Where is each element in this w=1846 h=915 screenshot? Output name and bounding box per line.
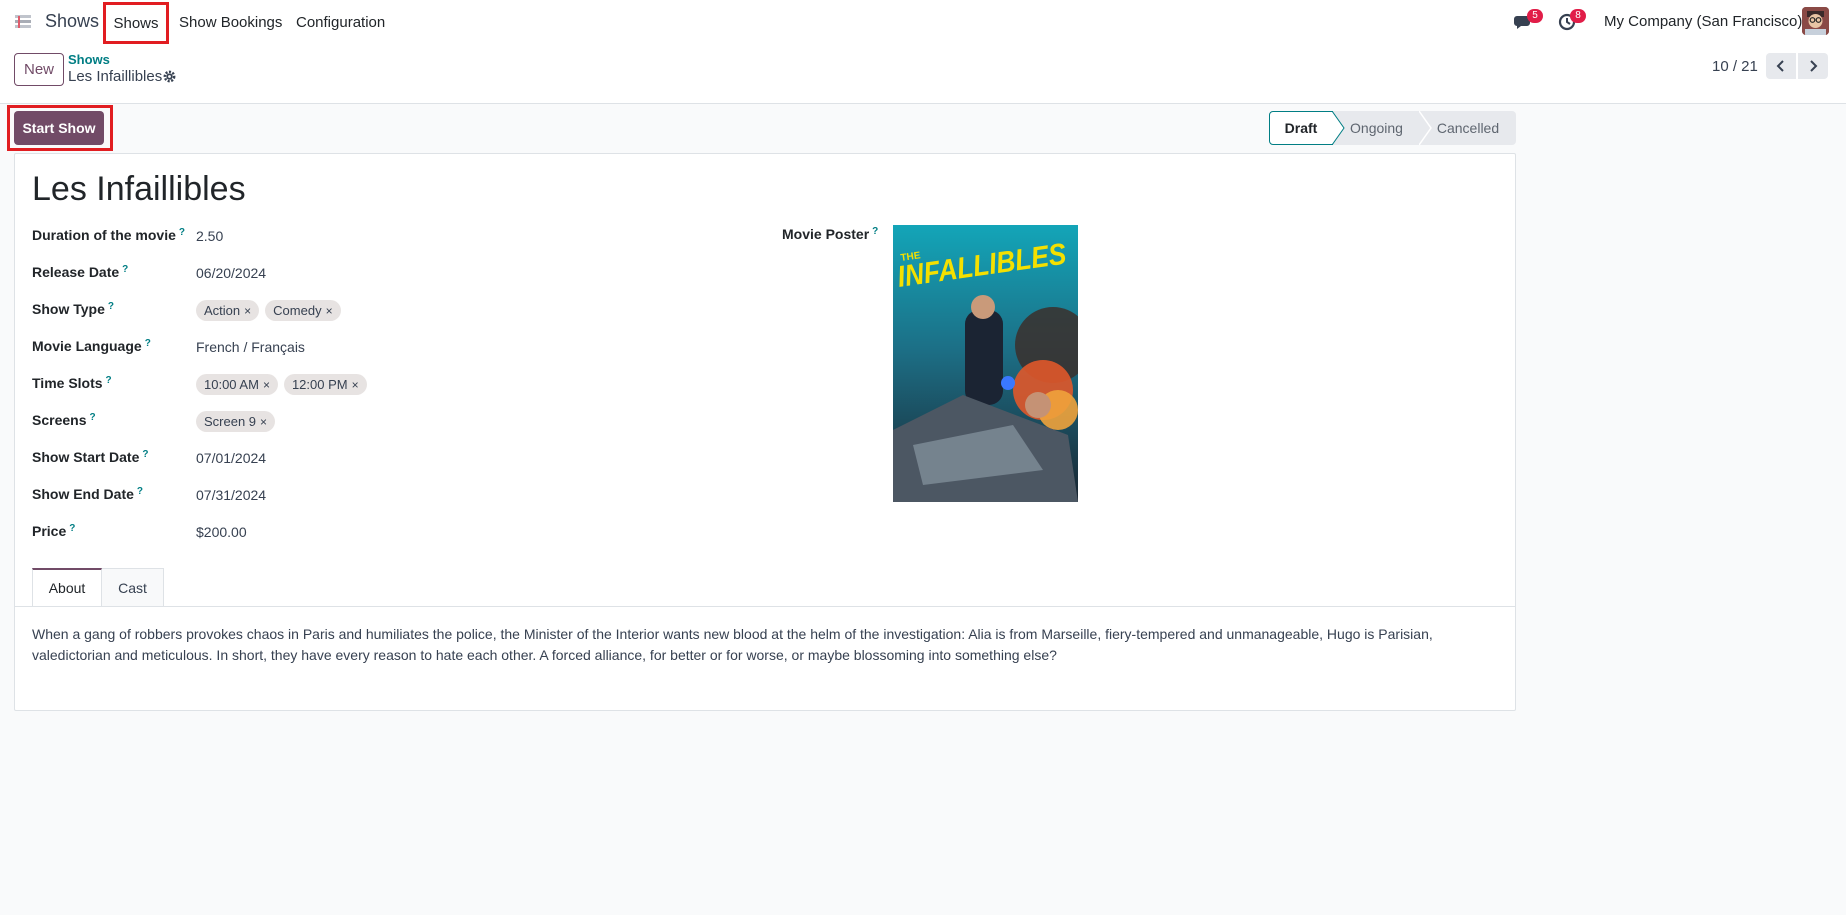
status-bar: Draft Ongoing Cancelled xyxy=(1269,111,1516,145)
top-navbar: Shows Shows Show Bookings Configuration … xyxy=(0,0,1846,44)
menu-show-bookings[interactable]: Show Bookings xyxy=(179,0,282,44)
pager-next-button[interactable] xyxy=(1798,53,1828,79)
pager-previous-button[interactable] xyxy=(1766,53,1796,79)
breadcrumb-shows[interactable]: Shows xyxy=(68,52,110,67)
time-slots-tags[interactable]: 10:00 AM × 12:00 PM × xyxy=(196,374,367,395)
show-type-label: Show Type? xyxy=(32,301,114,317)
start-date-label: Show Start Date? xyxy=(32,449,149,465)
avatar-illustration-icon xyxy=(1802,7,1829,35)
movie-poster[interactable]: THE INFALLIBLES xyxy=(893,225,1078,502)
tag-remove-icon[interactable]: × xyxy=(352,378,359,392)
start-date-field[interactable]: 07/01/2024 xyxy=(196,450,266,466)
tag-screen-9: Screen 9 × xyxy=(196,411,276,432)
duration-field[interactable]: 2.50 xyxy=(196,228,223,244)
tag-10am: 10:00 AM × xyxy=(196,374,278,395)
chevron-right-icon xyxy=(1810,60,1818,72)
tag-remove-icon[interactable]: × xyxy=(263,378,270,392)
pager-value[interactable]: 10 / 21 xyxy=(1712,58,1758,75)
language-label: Movie Language? xyxy=(32,338,151,354)
tag-comedy: Comedy × xyxy=(265,300,341,321)
company-switcher[interactable]: My Company (San Francisco) xyxy=(1604,13,1802,30)
gear-icon[interactable] xyxy=(162,69,177,84)
tag-remove-icon[interactable]: × xyxy=(326,304,333,318)
messages-badge: 5 xyxy=(1527,9,1543,23)
release-date-field[interactable]: 06/20/2024 xyxy=(196,265,266,281)
tab-divider xyxy=(15,606,1515,607)
tab-cast[interactable]: Cast xyxy=(102,568,164,606)
duration-label: Duration of the movie? xyxy=(32,227,186,243)
stage-separator-icon xyxy=(1332,111,1345,145)
end-date-field[interactable]: 07/31/2024 xyxy=(196,487,266,503)
menu-configuration[interactable]: Configuration xyxy=(296,0,385,44)
show-title[interactable]: Les Infaillibles xyxy=(32,170,246,209)
price-label: Price? xyxy=(32,523,76,539)
end-date-label: Show End Date? xyxy=(32,486,144,502)
tag-12pm: 12:00 PM × xyxy=(283,374,367,395)
price-field[interactable]: $200.00 xyxy=(196,524,247,540)
menu-shows[interactable]: Shows xyxy=(103,2,169,44)
app-name[interactable]: Shows xyxy=(45,11,99,32)
activities-badge: 8 xyxy=(1570,9,1586,23)
chevron-left-icon xyxy=(1776,60,1784,72)
time-slots-label: Time Slots? xyxy=(32,375,112,391)
breadcrumb-current: Les Infaillibles xyxy=(68,68,163,85)
app-menu-icon[interactable] xyxy=(14,13,32,31)
form-sheet: Les Infaillibles Duration of the movie? … xyxy=(14,153,1516,711)
stage-separator-icon xyxy=(1419,111,1432,145)
poster-label: Movie Poster? xyxy=(782,226,879,242)
stage-ongoing[interactable]: Ongoing xyxy=(1333,111,1420,145)
about-description[interactable]: When a gang of robbers provokes chaos in… xyxy=(32,624,1472,666)
notebook-tabs: About Cast xyxy=(32,568,164,606)
new-button[interactable]: New xyxy=(14,53,64,86)
show-type-tags[interactable]: Action × Comedy × xyxy=(196,300,341,321)
tag-remove-icon[interactable]: × xyxy=(244,304,251,318)
control-panel: New Shows Les Infaillibles 10 / 21 xyxy=(0,44,1846,104)
tab-about[interactable]: About xyxy=(32,568,102,606)
start-show-button[interactable]: Start Show xyxy=(14,111,104,145)
release-date-label: Release Date? xyxy=(32,264,129,280)
language-field[interactable]: French / Français xyxy=(196,339,305,355)
poster-image: THE INFALLIBLES xyxy=(893,225,1078,502)
tag-remove-icon[interactable]: × xyxy=(260,415,267,429)
user-avatar[interactable] xyxy=(1802,7,1829,35)
tag-action: Action × xyxy=(196,300,260,321)
stage-draft[interactable]: Draft xyxy=(1269,111,1333,145)
screens-tags[interactable]: Screen 9 × xyxy=(196,411,276,432)
stage-cancelled[interactable]: Cancelled xyxy=(1420,111,1516,145)
screens-label: Screens? xyxy=(32,412,96,428)
